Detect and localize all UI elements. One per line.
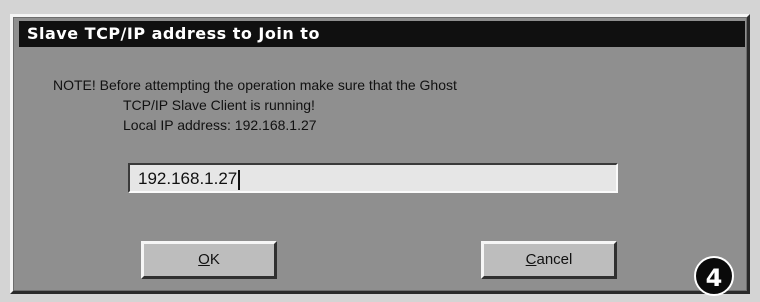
cancel-button[interactable]: Cancel	[481, 241, 617, 279]
dialog-title-bar: Slave TCP/IP address to Join to	[19, 21, 745, 47]
text-caret	[238, 169, 241, 190]
note-text: NOTE! Before attempting the operation ma…	[53, 75, 713, 135]
screenshot-frame: Slave TCP/IP address to Join to NOTE! Be…	[0, 0, 760, 302]
cancel-button-mnemonic: C	[525, 251, 537, 268]
dialog-title: Slave TCP/IP address to Join to	[27, 24, 320, 43]
ok-button[interactable]: OK	[141, 241, 277, 279]
ip-address-input[interactable]: 192.168.1.27	[128, 163, 618, 193]
ip-address-value: 192.168.1.27	[138, 169, 238, 188]
note-line-2: TCP/IP Slave Client is running!	[123, 97, 315, 113]
step-number: 4	[705, 264, 723, 292]
cancel-button-label: ancel	[536, 251, 573, 268]
ok-button-label: K	[209, 251, 220, 268]
join-address-dialog: Slave TCP/IP address to Join to NOTE! Be…	[10, 14, 750, 294]
note-line-1: NOTE! Before attempting the operation ma…	[53, 77, 457, 93]
ok-button-mnemonic: O	[198, 251, 210, 268]
local-ip-label: Local IP address: 192.168.1.27	[123, 117, 317, 133]
step-number-badge: 4	[694, 256, 734, 296]
